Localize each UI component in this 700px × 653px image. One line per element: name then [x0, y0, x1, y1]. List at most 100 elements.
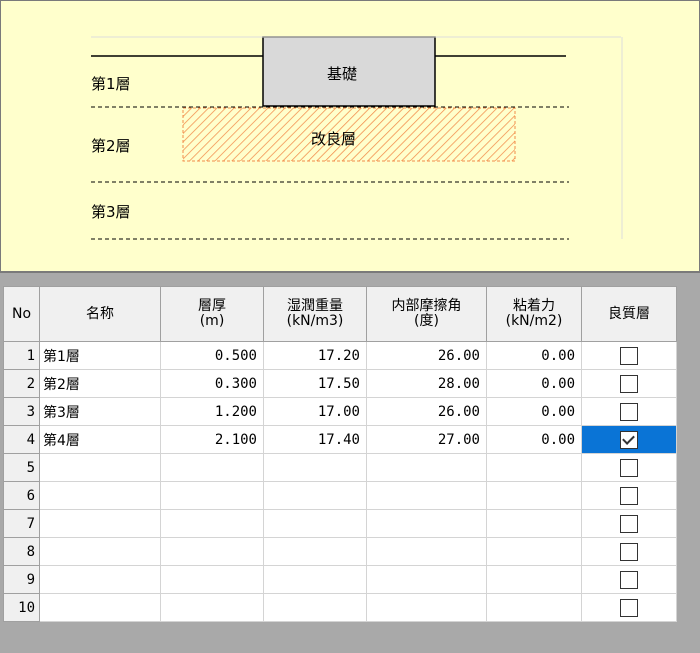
layer-table: No 名称 層厚 (m) 湿潤重量 (kN/m3) 内部摩擦角 (度) 粘着力 … — [3, 286, 677, 622]
friction-angle-cell[interactable] — [366, 537, 487, 566]
name-cell[interactable] — [39, 481, 161, 510]
unit-weight-cell[interactable] — [263, 537, 367, 566]
name-cell[interactable] — [39, 453, 161, 482]
thickness-cell[interactable] — [160, 537, 264, 566]
unit-weight-cell[interactable]: 17.40 — [263, 425, 367, 454]
table-row[interactable]: 2 第2層 0.300 17.50 28.00 0.00 — [3, 369, 677, 398]
good-layer-checkbox[interactable] — [620, 346, 638, 365]
friction-angle-cell[interactable]: 27.00 — [366, 425, 487, 454]
header-row: No 名称 層厚 (m) 湿潤重量 (kN/m3) 内部摩擦角 (度) 粘着力 … — [3, 286, 677, 342]
friction-angle-cell[interactable]: 26.00 — [366, 397, 487, 426]
cohesion-cell[interactable] — [486, 565, 582, 594]
unit-weight-cell[interactable] — [263, 481, 367, 510]
unit-weight-cell[interactable] — [263, 593, 367, 622]
cohesion-cell[interactable] — [486, 509, 582, 538]
foundation-label: 基礎 — [327, 65, 358, 83]
good-layer-checkbox[interactable] — [620, 514, 638, 533]
name-cell[interactable]: 第3層 — [39, 397, 161, 426]
thickness-cell[interactable] — [160, 509, 264, 538]
table-row[interactable]: 7 — [3, 509, 677, 538]
thickness-cell[interactable]: 1.200 — [160, 397, 264, 426]
good-layer-cell[interactable] — [581, 481, 677, 510]
good-layer-cell[interactable] — [581, 537, 677, 566]
row-number: 5 — [3, 453, 40, 482]
col-header-good-layer[interactable]: 良質層 — [581, 286, 677, 342]
table-row[interactable]: 5 — [3, 453, 677, 482]
good-layer-cell[interactable] — [581, 509, 677, 538]
friction-angle-cell[interactable] — [366, 565, 487, 594]
row-number: 8 — [3, 537, 40, 566]
table-row[interactable]: 4 第4層 2.100 17.40 27.00 0.00 — [3, 425, 677, 454]
col-header-friction-angle[interactable]: 内部摩擦角 (度) — [366, 286, 487, 342]
good-layer-cell[interactable] — [581, 425, 677, 454]
name-cell[interactable]: 第4層 — [39, 425, 161, 454]
layer-label-2: 第2層 — [91, 137, 131, 155]
col-header-unit-weight[interactable]: 湿潤重量 (kN/m3) — [263, 286, 367, 342]
thickness-cell[interactable] — [160, 453, 264, 482]
cohesion-cell[interactable] — [486, 593, 582, 622]
thickness-cell[interactable] — [160, 565, 264, 594]
name-cell[interactable] — [39, 537, 161, 566]
thickness-cell[interactable]: 0.300 — [160, 369, 264, 398]
cohesion-cell[interactable] — [486, 481, 582, 510]
name-cell[interactable]: 第1層 — [39, 341, 161, 370]
good-layer-checkbox[interactable] — [620, 402, 638, 421]
row-number: 6 — [3, 481, 40, 510]
good-layer-checkbox[interactable] — [620, 486, 638, 505]
name-cell[interactable]: 第2層 — [39, 369, 161, 398]
unit-weight-cell[interactable]: 17.00 — [263, 397, 367, 426]
good-layer-checkbox[interactable] — [620, 374, 638, 393]
unit-weight-cell[interactable]: 17.50 — [263, 369, 367, 398]
layer-grid-panel: No 名称 層厚 (m) 湿潤重量 (kN/m3) 内部摩擦角 (度) 粘着力 … — [0, 272, 700, 653]
friction-angle-cell[interactable] — [366, 593, 487, 622]
col-header-thickness[interactable]: 層厚 (m) — [160, 286, 264, 342]
col-header-cohesion[interactable]: 粘着力 (kN/m2) — [486, 286, 582, 342]
thickness-cell[interactable]: 2.100 — [160, 425, 264, 454]
good-layer-checkbox[interactable] — [620, 542, 638, 561]
thickness-cell[interactable] — [160, 481, 264, 510]
cohesion-cell[interactable]: 0.00 — [486, 369, 582, 398]
table-row[interactable]: 1 第1層 0.500 17.20 26.00 0.00 — [3, 341, 677, 370]
good-layer-cell[interactable] — [581, 593, 677, 622]
good-layer-cell[interactable] — [581, 453, 677, 482]
friction-angle-cell[interactable] — [366, 509, 487, 538]
table-row[interactable]: 6 — [3, 481, 677, 510]
good-layer-cell[interactable] — [581, 369, 677, 398]
table-row[interactable]: 9 — [3, 565, 677, 594]
name-cell[interactable] — [39, 509, 161, 538]
cohesion-cell[interactable]: 0.00 — [486, 425, 582, 454]
col-header-no[interactable]: No — [3, 286, 40, 342]
unit-weight-cell[interactable] — [263, 509, 367, 538]
unit-weight-cell[interactable]: 17.20 — [263, 341, 367, 370]
thickness-cell[interactable]: 0.500 — [160, 341, 264, 370]
cohesion-cell[interactable]: 0.00 — [486, 397, 582, 426]
friction-angle-cell[interactable] — [366, 481, 487, 510]
cohesion-cell[interactable] — [486, 537, 582, 566]
col-header-name[interactable]: 名称 — [39, 286, 161, 342]
good-layer-checkbox[interactable] — [620, 430, 638, 449]
row-number: 9 — [3, 565, 40, 594]
good-layer-cell[interactable] — [581, 341, 677, 370]
unit-weight-cell[interactable] — [263, 565, 367, 594]
thickness-cell[interactable] — [160, 593, 264, 622]
cohesion-cell[interactable] — [486, 453, 582, 482]
good-layer-checkbox[interactable] — [620, 458, 638, 477]
friction-angle-cell[interactable]: 28.00 — [366, 369, 487, 398]
row-number: 10 — [3, 593, 40, 622]
good-layer-checkbox[interactable] — [620, 570, 638, 589]
row-number: 7 — [3, 509, 40, 538]
good-layer-cell[interactable] — [581, 397, 677, 426]
friction-angle-cell[interactable]: 26.00 — [366, 341, 487, 370]
name-cell[interactable] — [39, 565, 161, 594]
friction-angle-cell[interactable] — [366, 453, 487, 482]
row-number: 2 — [3, 369, 40, 398]
name-cell[interactable] — [39, 593, 161, 622]
table-row[interactable]: 3 第3層 1.200 17.00 26.00 0.00 — [3, 397, 677, 426]
table-row[interactable]: 10 — [3, 593, 677, 622]
good-layer-cell[interactable] — [581, 565, 677, 594]
row-number: 4 — [3, 425, 40, 454]
table-row[interactable]: 8 — [3, 537, 677, 566]
good-layer-checkbox[interactable] — [620, 598, 638, 617]
unit-weight-cell[interactable] — [263, 453, 367, 482]
cohesion-cell[interactable]: 0.00 — [486, 341, 582, 370]
